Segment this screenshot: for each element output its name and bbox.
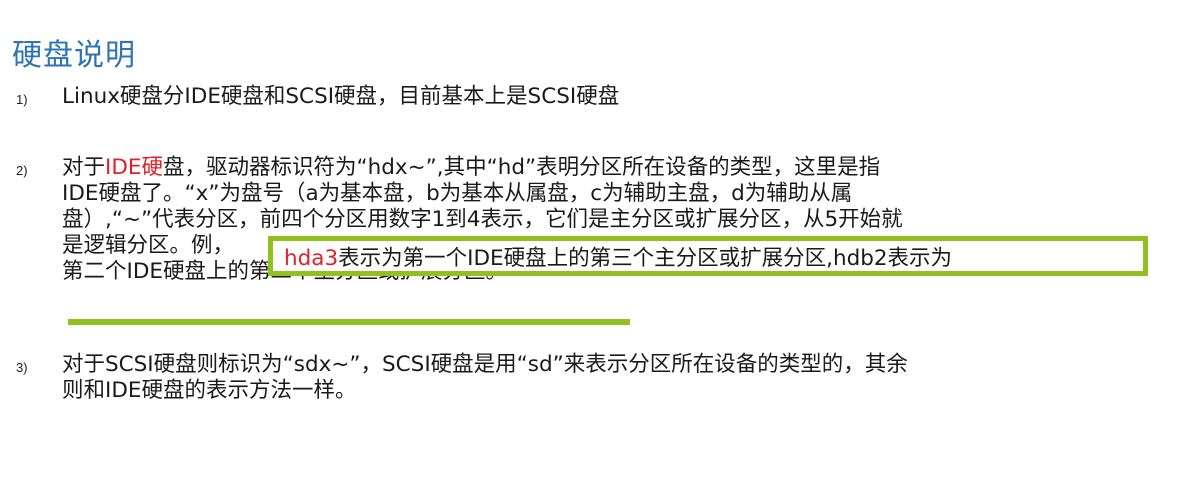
item-3-text: 对于SCSI硬盘则标识为“sdx~”，SCSI硬盘是用“sd”来表示分区所在设备…	[62, 352, 1142, 404]
item-3-line-1: 对于SCSI硬盘则标识为“sdx~”，SCSI硬盘是用“sd”来表示分区所在设备…	[62, 352, 908, 377]
item-2-line-2: IDE硬盘了。“x”为盘号（a为基本盘，b为基本从属盘，c为辅助主盘，d为辅助从…	[62, 181, 853, 206]
highlight-body-text: 表示为第一个IDE硬盘上的第三个主分区或扩展分区,hdb2表示为	[338, 246, 953, 271]
item-2-line-1-a: 对于	[62, 155, 106, 180]
item-3-line-2: 则和IDE硬盘的表示方法一样。	[62, 378, 357, 403]
highlight-red-text: hda3	[284, 246, 339, 271]
item-1-line-1: Linux硬盘分IDE硬盘和SCSI硬盘，目前基本上是SCSI硬盘	[62, 84, 620, 109]
item-2-line-1-b: 盘，驱动器标识符为“hdx~”,其中“hd”表明分区所在设备的类型，这里是指	[163, 155, 881, 180]
item-2-line-1: 对于IDE硬盘，驱动器标识符为“hdx~”,其中“hd”表明分区所在设备的类型，…	[62, 155, 1142, 181]
item-2-line-1-red: IDE硬	[105, 155, 163, 180]
highlight-text: hda3表示为第一个IDE硬盘上的第三个主分区或扩展分区,hdb2表示为	[284, 246, 952, 272]
item-number-3: 3)	[16, 360, 28, 375]
item-2-line-3: 盘）,“~”代表分区，前四个分区用数字1到4表示，它们是主分区或扩展分区，从5开…	[62, 207, 903, 232]
item-1-text: Linux硬盘分IDE硬盘和SCSI硬盘，目前基本上是SCSI硬盘	[62, 84, 1142, 110]
green-underline	[68, 319, 630, 325]
page-title: 硬盘说明	[12, 38, 136, 73]
item-number-2: 2)	[16, 163, 28, 178]
item-number-1: 1)	[16, 92, 28, 107]
